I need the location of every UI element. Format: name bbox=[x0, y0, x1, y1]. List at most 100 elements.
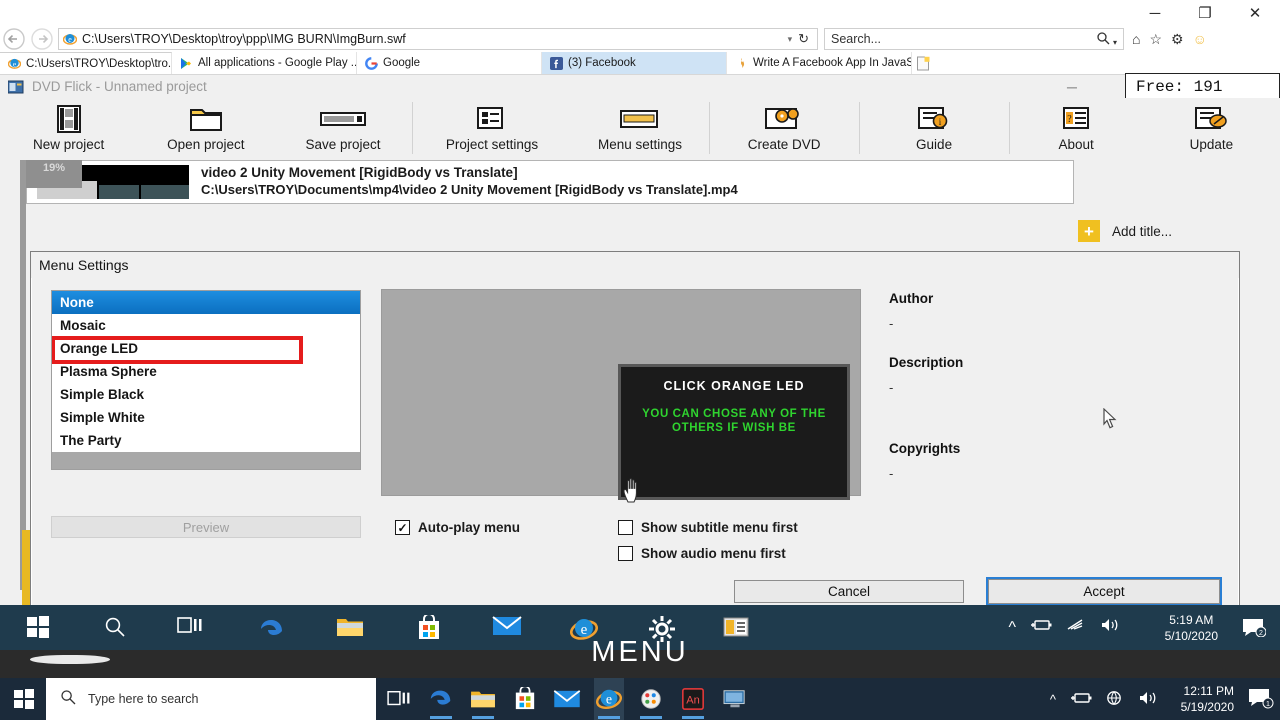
list-empty-area bbox=[52, 452, 360, 469]
animate-icon[interactable]: An bbox=[678, 678, 708, 720]
browser-tab-2[interactable]: Google bbox=[357, 52, 542, 74]
update-pencil-icon bbox=[1191, 102, 1231, 136]
edge-icon[interactable] bbox=[426, 678, 456, 720]
js-icon bbox=[735, 57, 748, 70]
checkbox-box[interactable] bbox=[618, 520, 633, 535]
description-label: Description bbox=[889, 355, 964, 370]
menu-template-item-simple-white[interactable]: Simple White bbox=[52, 406, 360, 429]
close-button[interactable]: ✕ bbox=[1230, 0, 1280, 26]
menu-word-text: MENU bbox=[591, 636, 689, 668]
preview-button[interactable]: Preview bbox=[51, 516, 361, 538]
menu-preview-area: CLICK ORANGE LED YOU CAN CHOSE ANY OF TH… bbox=[381, 289, 861, 503]
pen-battery-icon[interactable] bbox=[1030, 618, 1052, 637]
toolbar-create-dvd[interactable]: Create DVD bbox=[710, 98, 859, 160]
chevron-up-icon[interactable]: ^ bbox=[1050, 692, 1056, 707]
toolbar-label: About bbox=[1058, 137, 1094, 152]
mail-icon[interactable] bbox=[552, 678, 582, 720]
notification-count: 1 bbox=[1266, 699, 1270, 708]
new-tab-button[interactable] bbox=[912, 52, 934, 74]
facebook-icon bbox=[550, 56, 563, 70]
menu-bar-icon bbox=[618, 102, 662, 136]
menu-template-label: Orange LED bbox=[60, 341, 139, 356]
menu-template-item-plasma-sphere[interactable]: Plasma Sphere bbox=[52, 360, 360, 383]
store-icon[interactable] bbox=[510, 678, 540, 720]
guide-info-icon: i bbox=[914, 102, 954, 136]
menu-template-item-mosaic[interactable]: Mosaic bbox=[52, 314, 360, 337]
add-title-action[interactable]: + Add title... bbox=[1078, 220, 1172, 242]
refresh-icon[interactable]: ↻ bbox=[798, 31, 813, 47]
toolbar-about[interactable]: ? About bbox=[1010, 98, 1143, 160]
show-audio-menu-checkbox[interactable]: Show audio menu first bbox=[618, 546, 786, 561]
remote-desktop-icon[interactable] bbox=[720, 678, 750, 720]
menu-template-item-simple-black[interactable]: Simple Black bbox=[52, 383, 360, 406]
menu-template-item-the-party[interactable]: The Party bbox=[52, 429, 360, 452]
browser-tab-4[interactable]: Write A Facebook App In JavaS... bbox=[727, 52, 912, 74]
maximize-button[interactable]: ❐ bbox=[1180, 0, 1230, 26]
menu-preview-screen[interactable]: CLICK ORANGE LED YOU CAN CHOSE ANY OF TH… bbox=[618, 364, 850, 500]
menu-template-label: Simple Black bbox=[60, 387, 145, 402]
pen-battery-icon[interactable] bbox=[1070, 691, 1092, 708]
browser-tab-1[interactable]: All applications - Google Play ... bbox=[172, 52, 357, 74]
cancel-button[interactable]: Cancel bbox=[734, 580, 964, 603]
toolbar-save-project[interactable]: Save project bbox=[274, 98, 411, 160]
browser-search-input[interactable]: Search... ▾ bbox=[824, 28, 1124, 50]
copyrights-label: Copyrights bbox=[889, 441, 961, 456]
gear-icon[interactable]: ⚙ bbox=[1171, 31, 1184, 48]
browser-navbar: e C:\Users\TROY\Desktop\troy\ppp\IMG BUR… bbox=[0, 26, 1280, 52]
accept-button[interactable]: Accept bbox=[986, 577, 1222, 606]
toolbar-new-project[interactable]: New project bbox=[0, 98, 137, 160]
google-icon bbox=[365, 56, 378, 70]
home-icon[interactable]: ⌂ bbox=[1132, 31, 1140, 47]
menu-template-label: Mosaic bbox=[60, 318, 106, 333]
toolbar-update[interactable]: Update bbox=[1143, 98, 1280, 160]
toolbar-label: Project settings bbox=[445, 137, 539, 152]
toolbar-project-settings[interactable]: Project settings bbox=[413, 98, 572, 160]
minimize-button[interactable]: ─ bbox=[1130, 0, 1180, 26]
internet-explorer-icon[interactable]: e bbox=[594, 678, 624, 720]
title-list-row[interactable]: video 2 Unity Movement [RigidBody vs Tra… bbox=[26, 160, 1074, 204]
app-title-text: DVD Flick - Unnamed project bbox=[32, 79, 207, 94]
chevron-down-icon[interactable]: ▾ bbox=[788, 34, 799, 45]
browser-tab-0[interactable]: e C:\Users\TROY\Desktop\tro... ✕ bbox=[0, 52, 172, 74]
chevron-up-icon[interactable]: ^ bbox=[1008, 619, 1016, 637]
checkbox-box[interactable] bbox=[618, 546, 633, 561]
dvdflick-window: DVD Flick - Unnamed project ─ Free: 191 … bbox=[0, 73, 1280, 671]
task-view-icon[interactable] bbox=[384, 678, 414, 720]
paint3d-icon[interactable] bbox=[636, 678, 666, 720]
file-explorer-icon[interactable] bbox=[468, 678, 498, 720]
search-icon[interactable]: ▾ bbox=[1096, 31, 1117, 48]
menu-template-item-orange-led[interactable]: Orange LED bbox=[52, 337, 360, 360]
description-value: - bbox=[889, 380, 894, 395]
taskbar-clock-date: 5/19/2020 bbox=[1180, 700, 1234, 715]
auto-play-menu-checkbox[interactable]: ✓ Auto-play menu bbox=[395, 520, 520, 535]
checkbox-box[interactable]: ✓ bbox=[395, 520, 410, 535]
taskbar-clock[interactable]: 12:11 PM 5/19/2020 bbox=[1181, 683, 1234, 715]
forward-arrow-icon[interactable] bbox=[28, 27, 56, 51]
volume-icon[interactable] bbox=[1138, 690, 1160, 709]
toolbar-menu-settings[interactable]: Menu settings bbox=[571, 98, 708, 160]
toolbar-label: Menu settings bbox=[598, 137, 683, 152]
back-arrow-icon[interactable] bbox=[0, 27, 28, 51]
menu-template-item-none[interactable]: None bbox=[52, 291, 360, 314]
notification-icon[interactable]: 1 bbox=[1248, 687, 1274, 714]
app-minimize-button[interactable]: ─ bbox=[1059, 75, 1085, 98]
burn-disc-icon bbox=[762, 102, 806, 136]
favorites-star-icon[interactable]: ☆ bbox=[1149, 31, 1162, 48]
svg-text:?: ? bbox=[1067, 114, 1072, 125]
address-bar[interactable]: e C:\Users\TROY\Desktop\troy\ppp\IMG BUR… bbox=[58, 28, 818, 50]
plus-icon[interactable]: + bbox=[1078, 220, 1100, 242]
add-title-label: Add title... bbox=[1112, 223, 1173, 239]
smiley-icon[interactable]: ☺ bbox=[1193, 31, 1207, 47]
toolbar-open-project[interactable]: Open project bbox=[137, 98, 274, 160]
show-subtitle-menu-checkbox[interactable]: Show subtitle menu first bbox=[618, 520, 798, 535]
volume-icon[interactable] bbox=[1100, 617, 1122, 638]
wifi-icon[interactable] bbox=[1066, 618, 1086, 637]
windows-start-icon[interactable] bbox=[8, 686, 40, 712]
toolbar-guide[interactable]: i Guide bbox=[860, 98, 1009, 160]
taskbar-search-input[interactable]: Type here to search bbox=[46, 678, 376, 720]
browser-tab-3[interactable]: (3) Facebook bbox=[542, 52, 727, 74]
menu-template-list[interactable]: None Mosaic Orange LED Plasma Sphere Sim… bbox=[51, 290, 361, 470]
network-globe-icon[interactable] bbox=[1106, 689, 1124, 710]
toolbar-label: Save project bbox=[305, 137, 381, 152]
taskbar-app-buttons: e An bbox=[378, 678, 750, 720]
